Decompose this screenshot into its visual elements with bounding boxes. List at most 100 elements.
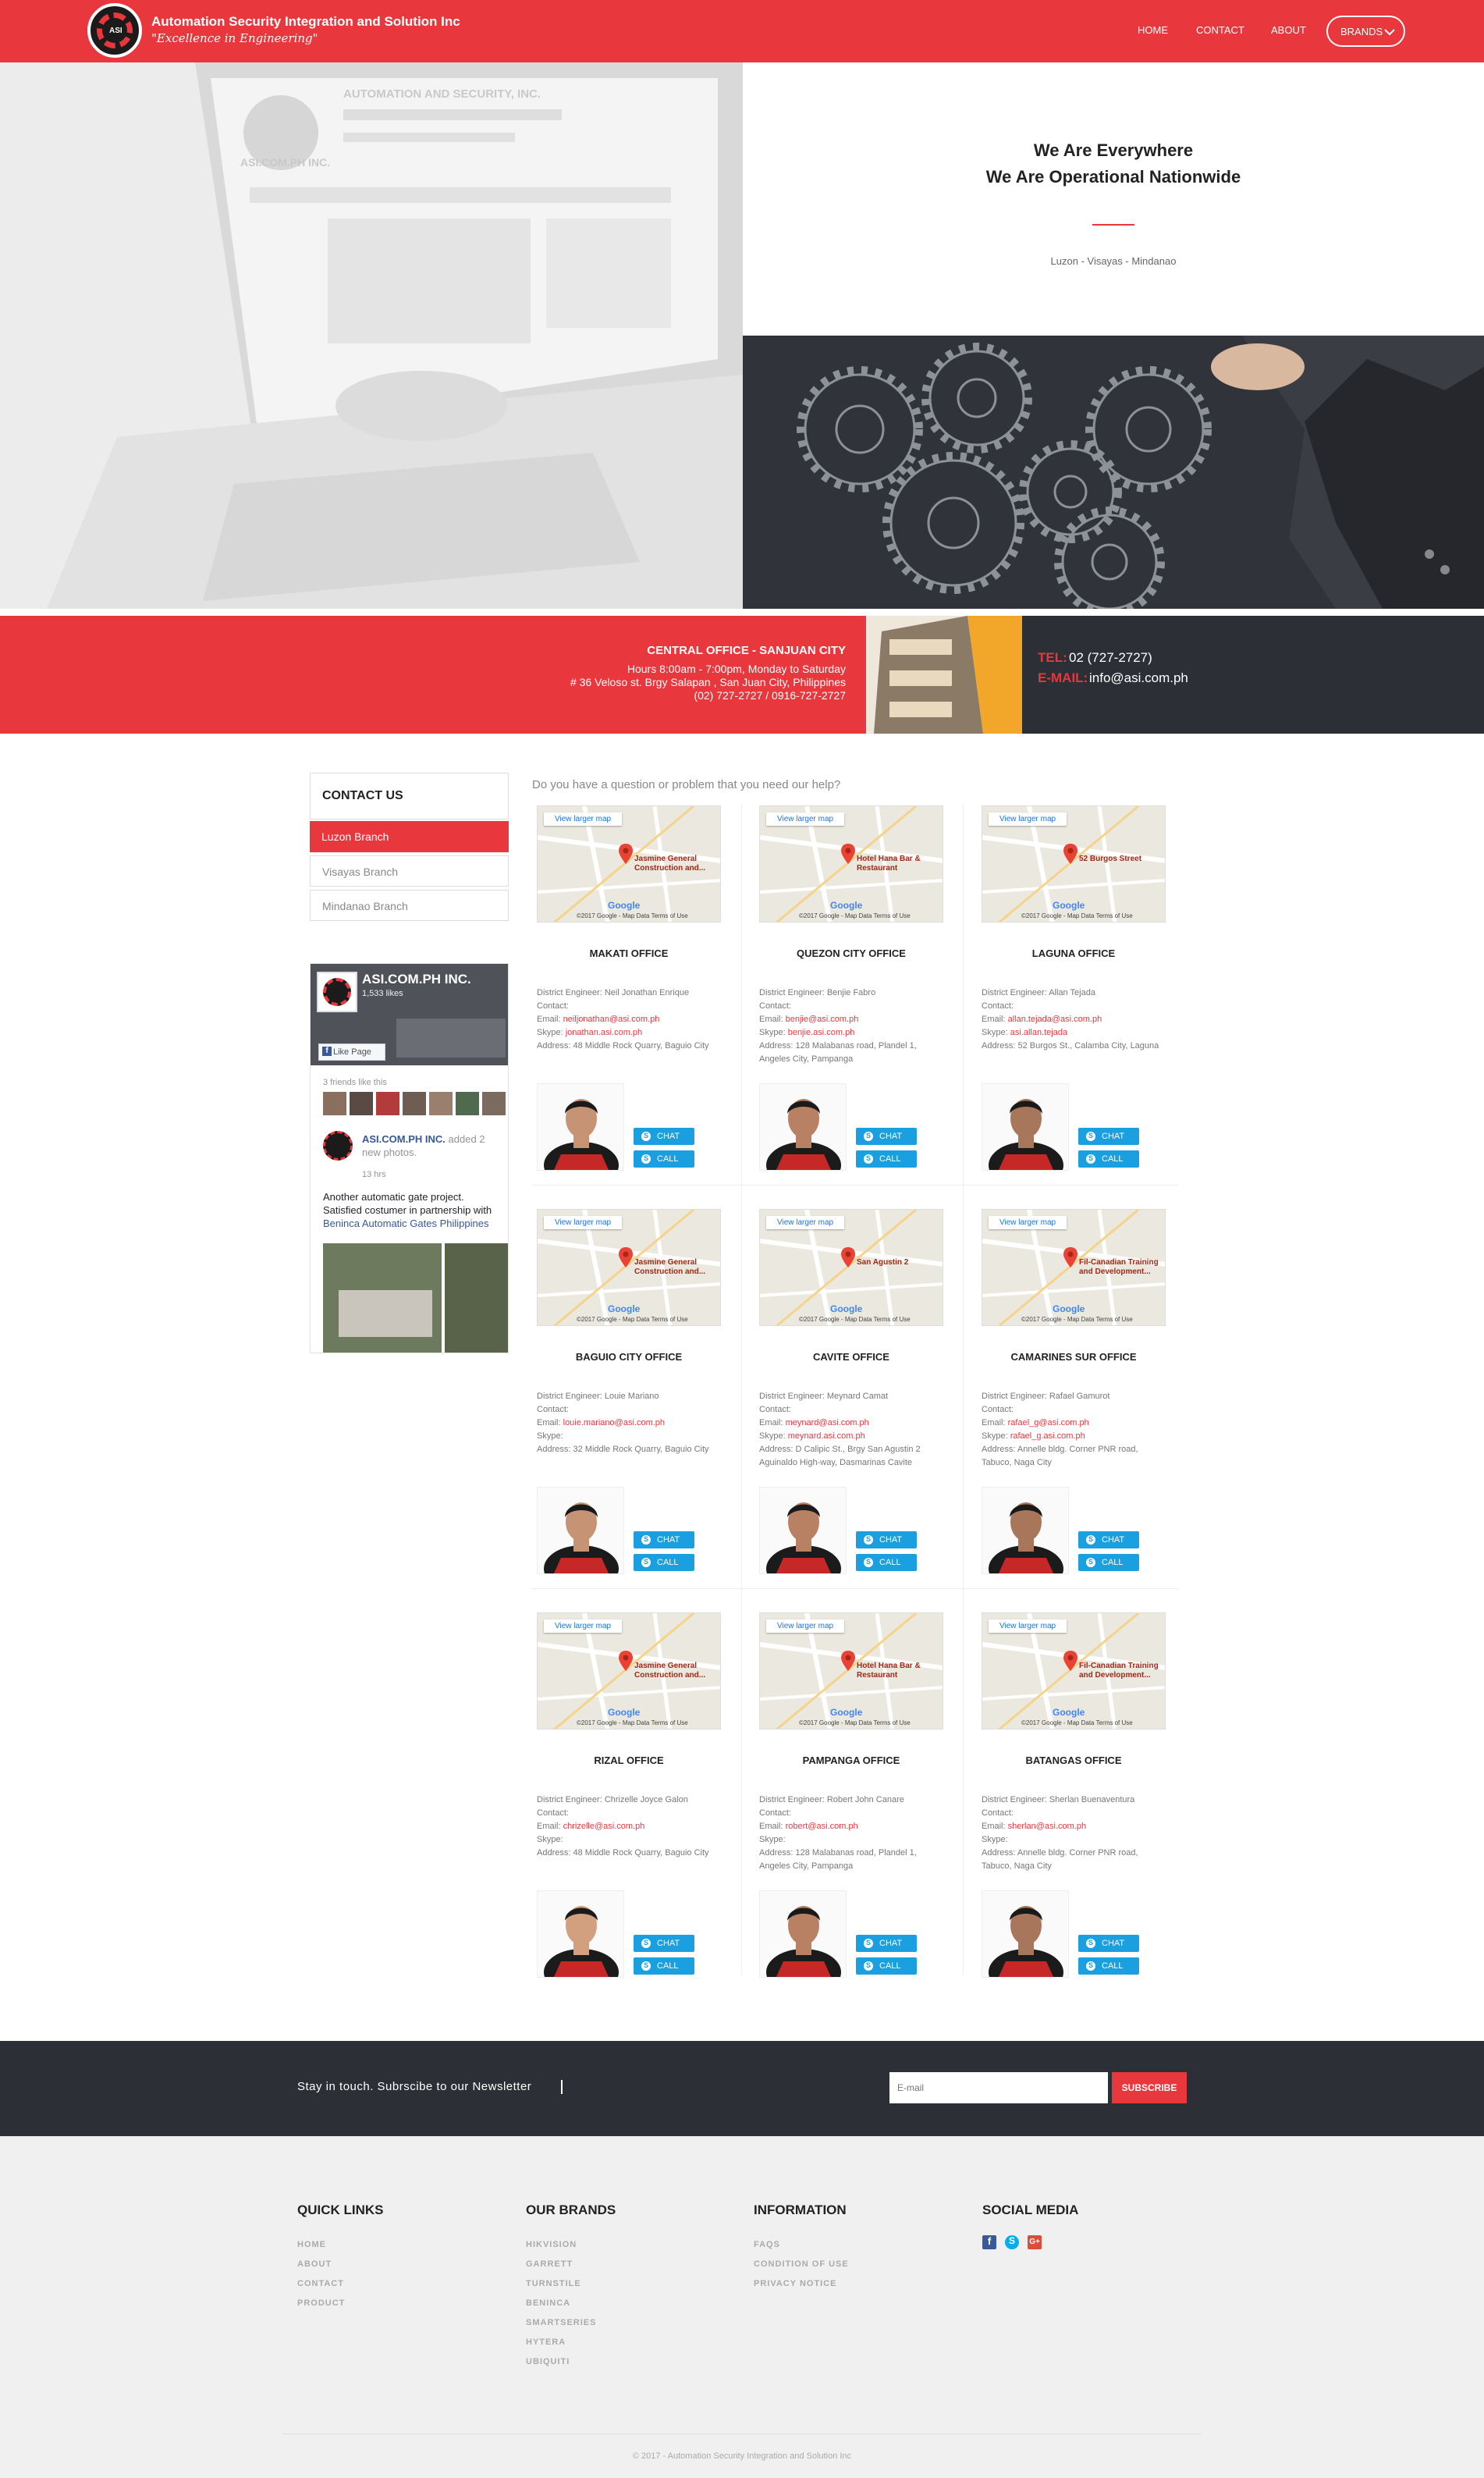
view-larger-map-link[interactable]: View larger map [989, 1216, 1067, 1229]
view-larger-map-link[interactable]: View larger map [766, 1216, 845, 1229]
chat-button[interactable]: S CHAT [634, 1531, 694, 1548]
call-button[interactable]: S CALL [634, 1957, 694, 1975]
footer-brand-link[interactable]: SMARTSERIES [526, 2318, 596, 2327]
fb-post-photo-2[interactable] [445, 1243, 508, 1353]
office-email[interactable]: robert@asi.com.ph [786, 1822, 858, 1831]
view-larger-map-link[interactable]: View larger map [766, 1619, 845, 1633]
office-email[interactable]: chrizelle@asi.com.ph [563, 1822, 645, 1831]
map-footer: ©2017 Google - Map Data Terms of Use [577, 1719, 688, 1726]
office-email[interactable]: sherlan@asi.com.ph [1008, 1822, 1086, 1831]
office-skype[interactable]: rafael_g.asi.com.ph [1010, 1431, 1085, 1441]
footer-quick-link[interactable]: ABOUT [297, 2259, 332, 2269]
nav-contact[interactable]: CONTACT [1196, 24, 1244, 36]
chat-button[interactable]: S CHAT [1078, 1935, 1139, 1952]
google-logo: Google [608, 1303, 641, 1314]
office-email[interactable]: louie.mariano@asi.com.ph [563, 1418, 665, 1427]
office-email[interactable]: neiljonathan@asi.com.ph [563, 1015, 660, 1024]
view-larger-map-link[interactable]: View larger map [989, 1619, 1067, 1633]
sidebar-item-mindanao[interactable]: Mindanao Branch [310, 890, 509, 921]
footer-brand-link[interactable]: BENINCA [526, 2298, 570, 2308]
footer-quick-link[interactable]: HOME [297, 2240, 326, 2249]
chat-button[interactable]: S CHAT [856, 1128, 917, 1145]
call-button[interactable]: S CALL [856, 1957, 917, 1975]
fb-page-name[interactable]: ASI.COM.PH INC. [362, 972, 471, 987]
chat-button[interactable]: S CHAT [634, 1128, 694, 1145]
fb-post-avatar[interactable] [323, 1131, 353, 1161]
sidebar-item-visayas[interactable]: Visayas Branch [310, 855, 509, 887]
fb-post-time[interactable]: 13 hrs [362, 1170, 386, 1179]
call-button[interactable]: S CALL [856, 1554, 917, 1571]
footer-brand-link[interactable]: UBIQUITI [526, 2357, 570, 2366]
fb-post-photo-1[interactable] [323, 1243, 442, 1353]
view-larger-map-link[interactable]: View larger map [544, 812, 623, 826]
office-map[interactable]: View larger map Hotel Hana Bar & Restaura… [759, 1612, 943, 1730]
fb-post-author[interactable]: ASI.COM.PH INC. [362, 1133, 446, 1145]
office-map[interactable]: View larger map Jasmine General Construct… [537, 1612, 721, 1730]
facebook-icon[interactable]: f [982, 2235, 996, 2249]
office-map[interactable]: View larger map 52 Burgos Street Google ©20… [982, 805, 1166, 923]
call-button[interactable]: S CALL [634, 1150, 694, 1168]
nav-home[interactable]: HOME [1138, 24, 1168, 36]
footer-quick-link[interactable]: CONTACT [297, 2279, 344, 2288]
office-map[interactable]: View larger map San Agustin 2 Google ©2017 … [759, 1209, 943, 1326]
office-map[interactable]: View larger map Jasmine General Construct… [537, 1209, 721, 1326]
map-footer: ©2017 Google - Map Data Terms of Use [1021, 912, 1133, 919]
footer-info-link[interactable]: PRIVACY NOTICE [754, 2279, 837, 2288]
view-larger-map-link[interactable]: View larger map [544, 1619, 623, 1633]
engineer-line: District Engineer: Rafael Gamurot [982, 1390, 1169, 1403]
call-button[interactable]: S CALL [1078, 1554, 1139, 1571]
newsletter-email-input[interactable] [889, 2072, 1108, 2103]
skype-icon[interactable]: S [1005, 2235, 1019, 2249]
chat-button[interactable]: S CHAT [856, 1531, 917, 1548]
chat-button[interactable]: S CHAT [1078, 1128, 1139, 1145]
google-plus-icon[interactable]: G+ [1028, 2235, 1042, 2249]
fb-like-button[interactable]: f Like Page [318, 1043, 385, 1061]
chat-button[interactable]: S CHAT [1078, 1531, 1139, 1548]
footer [0, 2136, 1484, 2478]
skype-icon: S [1086, 1939, 1095, 1948]
view-larger-map-link[interactable]: View larger map [766, 812, 845, 826]
office-map[interactable]: View larger map Fil-Canadian Training and… [982, 1209, 1166, 1326]
view-larger-map-link[interactable]: View larger map [989, 812, 1067, 826]
chat-button[interactable]: S CHAT [634, 1935, 694, 1952]
office-skype[interactable]: meynard.asi.com.ph [788, 1431, 865, 1441]
office-email[interactable]: meynard@asi.com.ph [786, 1418, 869, 1427]
office-email[interactable]: rafael_g@asi.com.ph [1008, 1418, 1089, 1427]
call-button[interactable]: S CALL [1078, 1150, 1139, 1168]
tel-value[interactable]: 02 (727-2727) [1069, 650, 1152, 666]
nav-brands-label: BRANDS [1340, 26, 1383, 37]
engineer-photo [982, 1083, 1069, 1171]
footer-info-link[interactable]: CONDITION OF USE [754, 2259, 849, 2269]
office-skype[interactable]: benjie.asi.com.ph [788, 1028, 855, 1037]
office-email[interactable]: allan.tejada@asi.com.ph [1008, 1015, 1102, 1024]
nav-about[interactable]: ABOUT [1271, 24, 1306, 36]
office-map[interactable]: View larger map Jasmine General Construct… [537, 805, 721, 923]
footer-brand-link[interactable]: GARRETT [526, 2259, 573, 2269]
nav-brands-dropdown[interactable]: BRANDS [1326, 16, 1405, 47]
office-email[interactable]: benjie@asi.com.ph [786, 1015, 859, 1024]
fb-page-avatar[interactable] [317, 972, 357, 1012]
fb-cover-products [396, 1019, 506, 1058]
footer-quick-link[interactable]: PRODUCT [297, 2298, 345, 2308]
chat-label: CHAT [1102, 1132, 1125, 1141]
footer-brand-link[interactable]: HIKVISION [526, 2240, 577, 2249]
footer-brand-link[interactable]: TURNSTILE [526, 2279, 581, 2288]
logo[interactable]: ASI [87, 3, 142, 58]
fb-post-link[interactable]: Beninca Automatic Gates Philippines [323, 1218, 488, 1229]
view-larger-map-link[interactable]: View larger map [544, 1216, 623, 1229]
call-button[interactable]: S CALL [856, 1150, 917, 1168]
email-value[interactable]: info@asi.com.ph [1089, 670, 1188, 686]
footer-info-link[interactable]: FAQS [754, 2240, 780, 2249]
call-button[interactable]: S CALL [1078, 1957, 1139, 1975]
footer-brand-link[interactable]: HYTERA [526, 2338, 566, 2347]
google-logo: Google [1053, 1303, 1085, 1314]
office-skype[interactable]: asi.allan.tejada [1010, 1028, 1067, 1037]
call-button[interactable]: S CALL [634, 1554, 694, 1571]
office-map[interactable]: View larger map Fil-Canadian Training and… [982, 1612, 1166, 1730]
chat-button[interactable]: S CHAT [856, 1935, 917, 1952]
office-skype[interactable]: jonathan.asi.com.ph [566, 1028, 642, 1037]
sidebar-item-luzon[interactable]: Luzon Branch [310, 821, 509, 852]
fb-cover[interactable]: ASI.COM.PH INC. 1,533 likes f Like Page [311, 964, 508, 1065]
subscribe-button[interactable]: SUBSCRIBE [1112, 2072, 1187, 2103]
office-map[interactable]: View larger map Hotel Hana Bar & Restaura… [759, 805, 943, 923]
